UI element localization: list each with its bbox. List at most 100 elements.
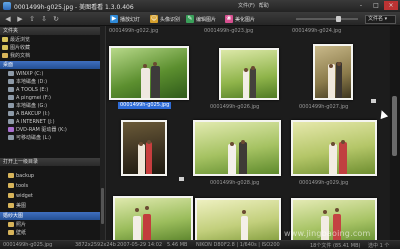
folder-icon (8, 193, 14, 198)
face-detect-button[interactable]: ☺ 头像识别 (150, 14, 180, 24)
sidebar-item-drive-k[interactable]: DVD-RAM 驱动器 (K:) (8, 126, 104, 133)
bride-figure (138, 144, 145, 174)
sidebar-item-drive-g[interactable]: 本地磁盘 (G:) (8, 102, 104, 109)
thumbnail-g025[interactable] (109, 46, 189, 100)
sidebar-item-documents[interactable]: 我的文档 (2, 52, 98, 59)
thumbnail-label[interactable]: 0001499h-g022.jpg (109, 28, 158, 35)
thumbnail-image (123, 122, 165, 174)
zoom-slider-handle[interactable] (335, 16, 341, 22)
sidebar-scrollbar-thumb[interactable] (101, 188, 104, 224)
thumbnail-dark[interactable] (121, 120, 167, 176)
thumbnail-label[interactable]: 0001499h-g028.jpg (210, 180, 259, 187)
beautify-button[interactable]: ❀ 美化图片 (225, 14, 255, 24)
grid-scrollbar-thumb[interactable] (392, 96, 397, 156)
thumbnail-g028[interactable] (193, 120, 281, 176)
beautify-icon: ❀ (225, 15, 233, 23)
sidebar-item-recent[interactable]: 最近浏览 (2, 36, 98, 43)
thumbnail-label[interactable]: 0001499h-g027.jpg (299, 104, 348, 111)
sidebar-item-drive-e[interactable]: A TOOLS (E:) (8, 86, 104, 93)
sidebar-item-favorites[interactable]: 图片收藏 (2, 44, 98, 51)
thumbnail-label[interactable]: 0001499h-g029.jpg (299, 180, 348, 187)
dvd-icon (8, 127, 14, 132)
sidebar-item-tools[interactable]: tools (8, 182, 104, 189)
close-button[interactable]: × (384, 1, 398, 10)
groom-figure (151, 66, 160, 98)
folder-icon (8, 173, 14, 178)
face-detect-label: 头像识别 (160, 16, 181, 23)
figure-head (147, 140, 151, 144)
sidebar-item-drive-j[interactable]: A INTERNET (J:) (8, 118, 104, 125)
sidebar-item-photos[interactable]: 照片 (8, 221, 104, 228)
thumbnail-image (197, 200, 279, 240)
thumbnail-label[interactable]: 0001499h-g026.jpg (210, 104, 259, 111)
thumbnail-label[interactable]: 0001499h-g023.jpg (204, 28, 253, 35)
sidebar-item-drive-c[interactable]: WINXP (C:) (8, 70, 104, 77)
sidebar-item-drive-l[interactable]: 可移动磁盘 (L:) (8, 134, 104, 141)
selected-thumbnail-label[interactable]: 0001499h-g025.jpg (118, 102, 172, 109)
folder-icon (8, 222, 14, 227)
figure-head (337, 62, 341, 66)
sidebar-item-drive-i[interactable]: A BAKCUP (I:) (8, 110, 104, 117)
thumbnail-badge-icon (371, 99, 376, 103)
thumbnail-g026[interactable] (219, 48, 279, 100)
face-detect-icon: ☺ (150, 15, 158, 23)
slideshow-button[interactable]: ▶ 播放幻灯 (110, 14, 140, 24)
slideshow-icon: ▶ (110, 15, 118, 23)
thumbnail-image (315, 46, 351, 98)
status-dimensions: 3872x2592x24b (75, 242, 116, 248)
figure-head (335, 208, 339, 212)
figure-head (145, 206, 149, 210)
menu-file[interactable]: 文件(F) (238, 2, 255, 9)
thumbnail-g030[interactable] (113, 196, 193, 240)
groom-figure (336, 62, 342, 98)
status-camera: NIKON D80 (196, 242, 224, 248)
figure-head (230, 142, 234, 146)
sidebar-item-drive-d[interactable]: 本地磁盘 (D:) (8, 78, 104, 85)
figure-head (251, 66, 255, 70)
sidebar-item-drive-f[interactable]: A pingmei (F:) (8, 94, 104, 101)
thumbnail-label[interactable]: 0001499h-g024.jpg (292, 28, 341, 35)
folder-icon (8, 230, 14, 235)
maximize-button[interactable]: □ (369, 1, 383, 10)
window-controls: - □ × (354, 1, 398, 10)
thumbnail-g031[interactable] (195, 198, 281, 240)
drive-icon (8, 95, 14, 100)
thumbnail-g027[interactable] (313, 44, 353, 100)
sidebar-group-wedding[interactable]: 婚纱大图 (0, 212, 100, 220)
edit-image-button[interactable]: ✎ 编辑图片 (186, 14, 216, 24)
sort-select[interactable]: 文件名 ▾ (365, 15, 396, 24)
groom-figure (250, 68, 256, 98)
sidebar-group-folders[interactable]: 文件夹 (0, 27, 100, 35)
thumbnail-g029[interactable] (291, 120, 377, 176)
bride-figure (228, 144, 236, 174)
refresh-icon[interactable]: ↻ (51, 14, 61, 24)
bride-figure (243, 70, 249, 98)
groom-figure (339, 142, 347, 174)
forward-icon[interactable]: ▶ (15, 14, 25, 24)
figure-head (244, 68, 248, 72)
figure-head (241, 140, 245, 144)
back-icon[interactable]: ◀ (3, 14, 13, 24)
minimize-button[interactable]: - (354, 1, 368, 10)
menu-help[interactable]: 帮助 (259, 2, 269, 9)
status-filename: 0001499h-g025.jpg (3, 242, 53, 248)
sidebar-group-desktop[interactable]: 桌面 (0, 61, 100, 69)
import-icon[interactable]: ⇩ (39, 14, 49, 24)
bride-figure (241, 216, 248, 240)
figure-head (242, 210, 246, 214)
thumbnail-image (195, 122, 279, 174)
sidebar-item-meitu[interactable]: 美图 (8, 202, 104, 209)
folder-icon (2, 53, 8, 58)
folder-icon (8, 183, 14, 188)
bride-figure (141, 68, 150, 98)
sidebar-group-parent-dir[interactable]: 打开上一级目录 (0, 158, 100, 166)
drive-icon (8, 87, 14, 92)
up-folder-icon[interactable]: ⇧ (27, 14, 37, 24)
sidebar-item-wallpaper[interactable]: 壁纸 (8, 229, 104, 236)
title-menu: 文件(F) 帮助 (238, 2, 269, 9)
bride-figure (133, 216, 141, 240)
status-size: 5.46 MB (167, 242, 188, 248)
sidebar-item-backup[interactable]: backup (8, 172, 104, 179)
sidebar-item-widget[interactable]: widget (8, 192, 104, 199)
zoom-slider[interactable] (296, 16, 358, 22)
